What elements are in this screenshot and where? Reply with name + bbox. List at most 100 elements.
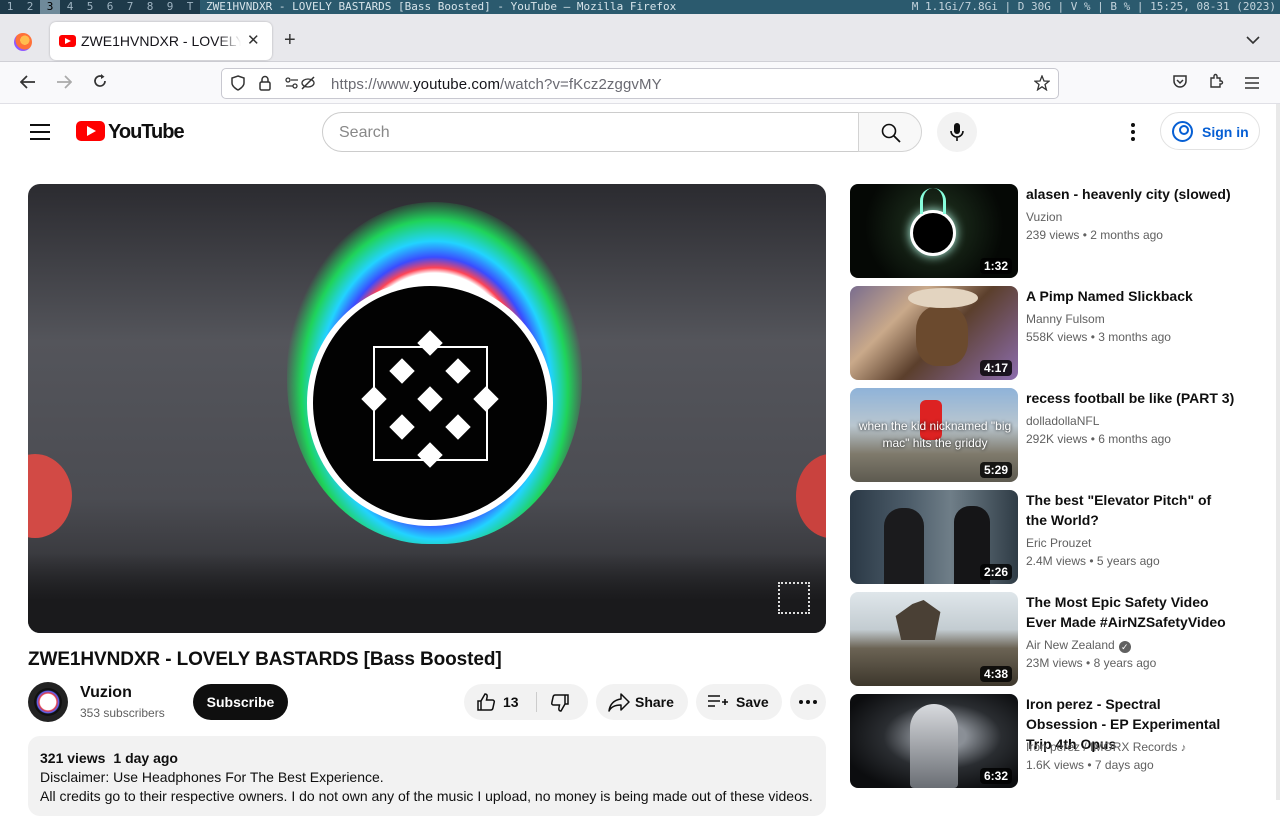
share-icon	[608, 693, 630, 712]
voice-search-button[interactable]	[937, 112, 977, 152]
share-button[interactable]: Share	[596, 684, 688, 720]
like-icon	[477, 693, 496, 711]
hamburger-icon[interactable]	[1239, 70, 1265, 96]
channel-avatar[interactable]	[28, 682, 68, 722]
video-thumbnail[interactable]: when the kid nicknamed "big mac" hits th…	[850, 388, 1018, 482]
workspace-t[interactable]: T	[180, 0, 200, 14]
player-decoration-left	[28, 454, 72, 538]
account-icon	[1172, 121, 1193, 142]
recommendation-channel[interactable]: Vuzion	[1026, 210, 1062, 224]
sign-in-label: Sign in	[1202, 124, 1249, 140]
video-thumbnail[interactable]: 1:32	[850, 184, 1018, 278]
dislike-icon	[550, 694, 569, 712]
search-icon	[881, 123, 901, 143]
forward-icon[interactable]	[51, 70, 77, 96]
dislike-button[interactable]	[537, 684, 588, 720]
player-decoration-right	[796, 454, 826, 538]
sign-in-button[interactable]: Sign in	[1160, 112, 1260, 150]
wm-status-bar: 123456789T ZWE1HVNDXR - LOVELY BASTARDS …	[0, 0, 1280, 14]
video-thumbnail[interactable]: 6:32	[850, 694, 1018, 788]
youtube-wordmark: YouTube	[108, 121, 185, 143]
recommendation-meta: 23M views • 8 years ago	[1026, 656, 1157, 670]
view-count: 321 views	[40, 750, 106, 766]
workspace-7[interactable]: 7	[120, 0, 140, 14]
page-scrollbar[interactable]	[1276, 104, 1280, 800]
list-all-tabs-icon[interactable]	[1246, 32, 1260, 48]
recommendation-item[interactable]: 4:38 The Most Epic Safety Video Ever Mad…	[850, 592, 1270, 686]
recommendation-channel[interactable]: Eric Prouzet	[1026, 536, 1091, 550]
subscribe-button[interactable]: Subscribe	[193, 684, 288, 720]
channel-name[interactable]: Vuzion	[80, 684, 132, 702]
recommendation-title[interactable]: A Pimp Named Slickback	[1026, 286, 1236, 306]
url-text[interactable]: https://www.youtube.com/watch?v=fKcz2zgg…	[331, 76, 662, 93]
like-button[interactable]: 13	[464, 684, 536, 720]
recommendation-channel[interactable]: Manny Fulsom	[1026, 312, 1105, 326]
recommendation-meta: 292K views • 6 months ago	[1026, 432, 1171, 446]
workspace-9[interactable]: 9	[160, 0, 180, 14]
recommendation-item[interactable]: 2:26 The best "Elevator Pitch" of the Wo…	[850, 490, 1270, 584]
music-note-icon: ♪	[1180, 742, 1187, 754]
pocket-icon[interactable]	[1167, 70, 1193, 96]
new-tab-button[interactable]: +	[284, 30, 296, 50]
subscriber-count: 353 subscribers	[80, 706, 165, 720]
recommendation-channel[interactable]: Air New Zealand ✓	[1026, 638, 1131, 653]
recommendation-meta: 1.6K views • 7 days ago	[1026, 758, 1154, 772]
duration-badge: 2:26	[979, 564, 1012, 580]
workspace-2[interactable]: 2	[20, 0, 40, 14]
workspace-4[interactable]: 4	[60, 0, 80, 14]
video-thumbnail[interactable]: 2:26	[850, 490, 1018, 584]
more-actions-button[interactable]	[790, 684, 826, 720]
tab-youtube[interactable]: ZWE1HVNDXR - LOVELY BASTARDS [Bass Boost…	[50, 22, 272, 60]
star-icon[interactable]	[1033, 74, 1051, 94]
guide-menu-icon[interactable]	[30, 124, 50, 140]
search-button[interactable]	[858, 112, 922, 152]
like-dislike-group: 13	[464, 684, 588, 720]
permissions-icon[interactable]	[284, 75, 316, 94]
extensions-icon[interactable]	[1203, 70, 1229, 96]
workspace-6[interactable]: 6	[100, 0, 120, 14]
back-icon[interactable]	[15, 70, 41, 96]
recommendation-channel[interactable]: Iron perez / IMORX Records ♪	[1026, 740, 1186, 754]
close-tab-icon[interactable]: ✕	[247, 31, 260, 49]
thumbnail-caption: when the kid nicknamed "big mac" hits th…	[858, 419, 1012, 450]
description-box[interactable]: 321 views 1 day ago Disclaimer: Use Headp…	[28, 736, 826, 816]
shield-icon[interactable]	[230, 75, 246, 94]
search-input[interactable]: Search	[322, 112, 859, 152]
recommendation-item[interactable]: 4:17 A Pimp Named Slickback Manny Fulsom…	[850, 286, 1270, 380]
url-bar[interactable]: https://www.youtube.com/watch?v=fKcz2zgg…	[221, 68, 1059, 99]
verified-icon: ✓	[1118, 641, 1131, 653]
workspace-3[interactable]: 3	[40, 0, 60, 14]
channel-logo-disc	[307, 280, 553, 526]
recommendation-item[interactable]: 1:32 alasen - heavenly city (slowed) Vuz…	[850, 184, 1270, 278]
recommendation-title[interactable]: The Most Epic Safety Video Ever Made #Ai…	[1026, 592, 1236, 632]
recommendation-item[interactable]: when the kid nicknamed "big mac" hits th…	[850, 388, 1270, 482]
description-line: All credits go to their respective owner…	[40, 788, 813, 804]
settings-kebab-icon[interactable]	[1124, 120, 1142, 144]
video-player[interactable]	[28, 184, 826, 633]
firefox-icon[interactable]	[14, 33, 32, 51]
navigation-toolbar: https://www.youtube.com/watch?v=fKcz2zgg…	[0, 62, 1280, 104]
reload-icon[interactable]	[87, 70, 113, 96]
workspace-5[interactable]: 5	[80, 0, 100, 14]
youtube-play-icon	[76, 121, 105, 141]
recommendation-title[interactable]: recess football be like (PART 3)	[1026, 388, 1236, 408]
recommendation-item[interactable]: 6:32 Iron perez - Spectral Obsession - E…	[850, 694, 1270, 788]
workspace-8[interactable]: 8	[140, 0, 160, 14]
video-thumbnail[interactable]: 4:17	[850, 286, 1018, 380]
youtube-masthead: YouTube Search Sign in	[0, 104, 1280, 160]
recommendation-meta: 558K views • 3 months ago	[1026, 330, 1171, 344]
workspace-1[interactable]: 1	[0, 0, 20, 14]
duration-badge: 4:17	[979, 360, 1012, 376]
save-label: Save	[736, 694, 769, 710]
more-horizontal-icon	[799, 700, 817, 704]
recommendation-meta: 2.4M views • 5 years ago	[1026, 554, 1160, 568]
share-label: Share	[635, 694, 674, 710]
video-thumbnail[interactable]: 4:38	[850, 592, 1018, 686]
tab-strip: ZWE1HVNDXR - LOVELY BASTARDS [Bass Boost…	[0, 14, 1280, 62]
channel-watermark-icon[interactable]	[778, 582, 810, 614]
recommendation-channel[interactable]: dolladollaNFL	[1026, 414, 1099, 428]
recommendation-title[interactable]: alasen - heavenly city (slowed)	[1026, 184, 1236, 204]
save-button[interactable]: Save	[696, 684, 782, 720]
lock-icon[interactable]	[258, 75, 272, 94]
recommendation-title[interactable]: The best "Elevator Pitch" of the World?	[1026, 490, 1236, 530]
